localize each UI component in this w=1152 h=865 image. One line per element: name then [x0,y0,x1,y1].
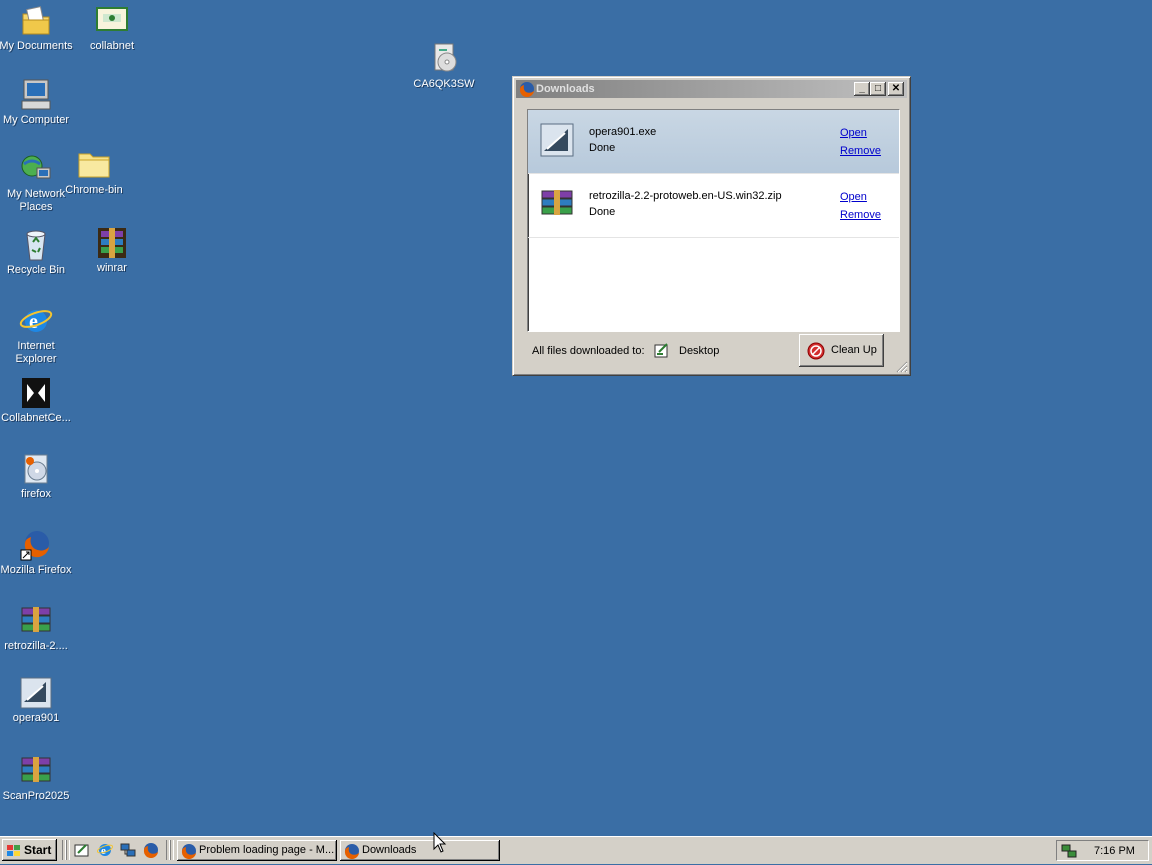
collabnet-icon [95,4,129,38]
network-status-icon[interactable] [1061,843,1077,859]
download-status: Done [589,142,616,154]
clean-up-icon [807,342,825,360]
download-filename: opera901.exe [589,126,657,138]
desktop-icon-label: collabnet [89,40,135,52]
title-bar[interactable]: Downloads _ □ ✕ [516,80,907,98]
taskbar-button-downloads[interactable]: Downloads [340,840,500,861]
cd-drive-icon [427,42,461,76]
window-title: Downloads [536,83,595,95]
mozilla-firefox-icon [19,528,53,562]
start-label: Start [24,843,52,857]
network-icon[interactable] [120,842,136,858]
clean-up-button[interactable]: Clean Up [799,334,884,367]
internet-explorer-icon[interactable]: e [96,842,114,858]
download-filename: retrozilla-2.2-protoweb.en-US.win32.zip [589,190,782,202]
desktop-icon-label: winrar [97,262,127,274]
open-link[interactable]: Open [840,191,867,203]
collabnet-cert-icon [19,376,53,410]
desktop-icon-my-computer[interactable]: My Computer [0,78,74,127]
network-places-icon [19,152,53,186]
desktop-icon-collabnetce[interactable]: CollabnetCe... [0,376,74,425]
taskbar-separator [66,840,70,860]
opera-installer-icon [540,123,574,157]
desktop-icon-label: My Documents [0,40,73,52]
desktop-icon-internet-explorer[interactable]: e Internet Explorer [0,304,74,366]
mouse-cursor-icon [433,831,447,854]
desktop-icon-firefox[interactable]: firefox [0,452,74,501]
desktop-icon-label: firefox [21,488,51,500]
desktop-icon-label: Chrome-bin [65,184,123,196]
desktop-icon-label: Recycle Bin [6,264,66,276]
desktop-icon-my-documents[interactable]: My Documents [0,4,74,53]
windows-logo-icon [6,843,22,857]
maximize-button[interactable]: □ [870,82,886,96]
my-documents-icon [19,4,53,38]
desktop-icon-label: retrozilla-2.... [4,640,68,652]
downloads-window: Downloads _ □ ✕ opera901.exe Done Open R… [512,76,911,376]
taskbar-button-browser[interactable]: Problem loading page - M... [177,840,337,861]
taskbar-separator [170,840,174,860]
clean-up-label: Clean Up [831,344,877,356]
desktop-folder-icon[interactable] [654,342,670,358]
firefox-icon[interactable] [143,842,159,859]
desktop-icon-chrome-bin[interactable]: Chrome-bin [56,148,132,197]
desktop-icon-collabnet[interactable]: collabnet [74,4,150,53]
desktop-icon-label: Internet Explorer [15,340,57,365]
folder-icon [77,148,111,182]
download-folder-name[interactable]: Desktop [679,345,719,357]
firefox-icon [519,81,535,98]
download-item-opera901[interactable]: opera901.exe Done Open Remove [528,110,899,174]
show-desktop-icon[interactable] [74,842,90,858]
recycle-bin-icon [19,228,53,262]
download-status: Done [589,206,616,218]
desktop-icon-mozilla-firefox[interactable]: Mozilla Firefox [0,528,74,577]
archive-icon [540,187,574,221]
desktop-icon-recycle-bin[interactable]: Recycle Bin [0,228,74,277]
start-button[interactable]: Start [2,839,57,861]
desktop-icon-label: CollabnetCe... [1,412,71,424]
taskbar-button-label: Problem loading page - M... [199,844,335,856]
minimize-button[interactable]: _ [854,82,870,96]
archive-icon [19,604,53,638]
clock[interactable]: 7:16 PM [1094,845,1135,857]
open-link[interactable]: Open [840,127,867,139]
download-item-retrozilla[interactable]: retrozilla-2.2-protoweb.en-US.win32.zip … [528,174,899,238]
desktop-icon-label: Mozilla Firefox [0,564,72,576]
desktop-icon-retrozilla[interactable]: retrozilla-2.... [0,604,74,653]
desktop-icon-scanpro2025[interactable]: ScanPro2025 [0,754,74,803]
resize-grip[interactable] [896,361,908,373]
opera-installer-icon [19,676,53,710]
desktop-icon-label: opera901 [12,712,60,724]
archive-icon [19,754,53,788]
taskbar-button-label: Downloads [362,844,417,856]
my-computer-icon [19,78,53,112]
downloads-list: opera901.exe Done Open Remove retrozilla… [527,109,900,332]
desktop-icon-label: My Computer [2,114,70,126]
firefox-icon [344,843,360,860]
firefox-icon [181,843,197,860]
system-tray: 7:16 PM [1056,840,1149,861]
close-button[interactable]: ✕ [888,82,904,96]
desktop-icon-winrar[interactable]: winrar [74,226,150,275]
firefox-installer-icon [19,452,53,486]
remove-link[interactable]: Remove [840,209,881,221]
desktop-icon-label: CA6QK3SW [413,78,475,90]
desktop-icon-opera901[interactable]: opera901 [0,676,74,725]
taskbar: Start e Problem loading page - M... Down… [0,836,1152,864]
download-location-label: All files downloaded to: [532,345,645,357]
desktop-icon-label: ScanPro2025 [2,790,70,802]
remove-link[interactable]: Remove [840,145,881,157]
desktop-icon-ca6qk3sw[interactable]: CA6QK3SW [406,42,482,91]
winrar-icon [95,226,129,260]
internet-explorer-icon: e [19,304,53,338]
